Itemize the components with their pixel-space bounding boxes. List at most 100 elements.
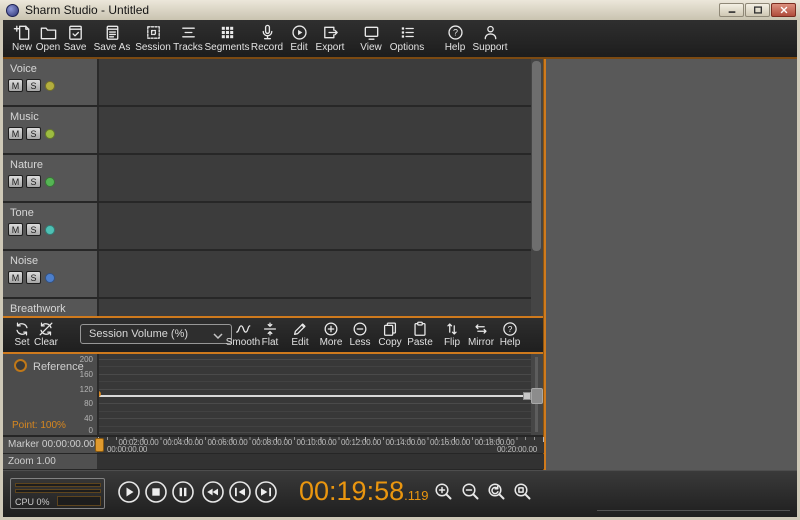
button-label: Copy (378, 337, 401, 348)
timeline-marker-flag[interactable] (95, 438, 104, 452)
toolbar-label: Save As (94, 42, 131, 53)
track-name: Voice (10, 63, 37, 75)
edit-envelope-button[interactable]: Edit (285, 320, 315, 351)
copy-icon (381, 320, 399, 338)
record-button[interactable]: Record (248, 20, 286, 53)
button-label: Set (14, 337, 29, 348)
ruler-start-label: 00:00:00.00 (107, 445, 153, 454)
zoom-out-icon (460, 481, 482, 503)
help-button[interactable]: ? Help (440, 20, 470, 53)
gridline (99, 403, 531, 404)
envelope-end-handle[interactable] (523, 392, 531, 400)
open-button[interactable]: Open (35, 20, 61, 53)
reference-radio[interactable] (14, 359, 27, 372)
pause-icon (171, 480, 195, 504)
toolbar-label: Open (36, 42, 60, 53)
flat-button[interactable]: Flat (255, 320, 285, 351)
more-button[interactable]: More (316, 320, 346, 351)
view-monitor-icon (362, 23, 381, 42)
track-lane[interactable] (99, 107, 544, 153)
ruler-time-label: 00:08:00.00 (250, 438, 294, 447)
skip-start-button[interactable] (228, 480, 252, 504)
main-area: New Open Save Save As Session (3, 20, 797, 517)
session-button[interactable]: Session (134, 20, 172, 53)
copy-button[interactable]: Copy (375, 320, 405, 351)
save-as-button[interactable]: Save As (89, 20, 135, 53)
pause-button[interactable] (171, 480, 195, 504)
title-bar[interactable]: Sharm Studio - Untitled (0, 0, 800, 20)
track-lane[interactable] (99, 155, 544, 201)
rewind-button[interactable] (201, 480, 225, 504)
new-button[interactable]: New (9, 20, 35, 53)
track-color-dot[interactable] (45, 273, 55, 283)
zoom-in-button[interactable] (433, 481, 455, 503)
solo-button[interactable]: S (26, 175, 41, 188)
save-button[interactable]: Save (61, 20, 89, 53)
marker-row: Marker 00:00:00.00 00:02:00.00 00:04:00.… (3, 437, 544, 453)
play-button[interactable] (117, 480, 141, 504)
zoom-reset-icon (486, 481, 508, 503)
options-button[interactable]: Options (386, 20, 428, 53)
export-button[interactable]: Export (312, 20, 348, 53)
mute-button[interactable]: M (8, 223, 23, 236)
button-label: Less (349, 337, 370, 348)
track-scrollbar[interactable] (531, 59, 543, 316)
toolbar-group-view: View Options (356, 20, 428, 53)
maximize-button[interactable] (745, 3, 770, 17)
track-color-dot[interactable] (45, 129, 55, 139)
track-lane[interactable] (99, 203, 544, 249)
track-color-dot[interactable] (45, 225, 55, 235)
timeline-ruler[interactable]: 00:02:00.00 00:04:00.00 00:06:00.00 00:0… (98, 437, 544, 453)
zoom-selection-button[interactable] (512, 481, 534, 503)
close-button[interactable] (771, 3, 796, 17)
minimize-button[interactable] (719, 3, 744, 17)
chevron-down-icon (213, 333, 223, 339)
zoom-in-icon (433, 481, 455, 503)
paste-button[interactable]: Paste (405, 320, 435, 351)
mute-button[interactable]: M (8, 79, 23, 92)
mute-button[interactable]: M (8, 127, 23, 140)
skip-end-button[interactable] (254, 480, 278, 504)
envelope-graph[interactable] (99, 354, 531, 435)
edit-button[interactable]: Edit (286, 20, 312, 53)
track-color-dot[interactable] (45, 81, 55, 91)
rewind-icon (201, 480, 225, 504)
track-name: Noise (10, 255, 38, 267)
solo-button[interactable]: S (26, 223, 41, 236)
zoom-out-button[interactable] (460, 481, 482, 503)
track-scrollbar-thumb[interactable] (532, 61, 541, 251)
clear-button[interactable]: Clear (29, 320, 63, 351)
track-lane[interactable] (99, 299, 544, 316)
track-lane[interactable] (99, 251, 544, 297)
app-icon (6, 4, 19, 17)
solo-button[interactable]: S (26, 127, 41, 140)
record-mic-icon (258, 23, 277, 42)
tracks-button[interactable]: Tracks (172, 20, 204, 53)
mute-button[interactable]: M (8, 271, 23, 284)
track-row-music: Music M S (3, 107, 544, 153)
solo-button[interactable]: S (26, 271, 41, 284)
envelope-selector-dropdown[interactable]: Session Volume (%) (80, 324, 232, 344)
segments-button[interactable]: Segments (204, 20, 250, 53)
envelope-value-line[interactable] (99, 395, 524, 397)
stop-button[interactable] (144, 480, 168, 504)
zoom-reset-button[interactable] (486, 481, 508, 503)
cpu-meter-bar (15, 483, 101, 487)
track-lane[interactable] (99, 59, 544, 105)
mute-button[interactable]: M (8, 175, 23, 188)
clear-icon (37, 320, 55, 338)
toolbar-group-help: ? Help Support (440, 20, 510, 53)
toolbar-label: Save (64, 42, 87, 53)
toolbar-label: Export (316, 42, 345, 53)
zoom-selection-icon (512, 481, 534, 503)
solo-button[interactable]: S (26, 79, 41, 92)
envelope-help-button[interactable]: ? Help (495, 320, 525, 351)
tracks-icon (179, 23, 198, 42)
track-color-dot[interactable] (45, 177, 55, 187)
support-button[interactable]: Support (470, 20, 510, 53)
view-button[interactable]: View (356, 20, 386, 53)
less-button[interactable]: Less (345, 320, 375, 351)
slider-thumb[interactable] (531, 388, 543, 404)
envelope-vertical-slider[interactable] (531, 354, 543, 435)
mirror-horizontal-icon (472, 320, 490, 338)
